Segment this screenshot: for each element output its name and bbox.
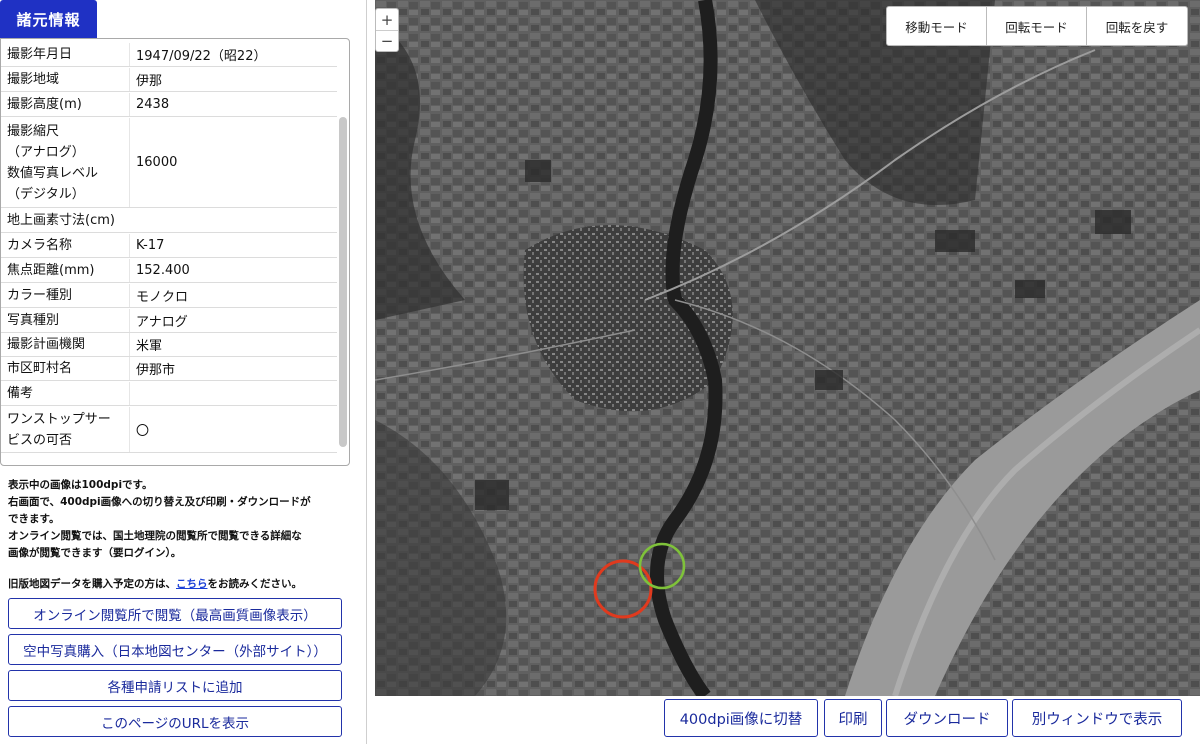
note-line: 画像が閲覧できます（要ログイン）。	[8, 547, 182, 559]
spec-value: 伊那市	[136, 363, 176, 378]
spec-label: 撮影縮尺 （アナログ） 数値写真レベル （デジタル）	[7, 123, 99, 202]
switch-400dpi-button[interactable]: 400dpi画像に切替	[664, 699, 818, 737]
zoom-in-button[interactable]: +	[376, 9, 398, 30]
spec-value: 米軍	[136, 339, 163, 354]
note-line: 表示中の画像は100dpiです。	[8, 479, 153, 491]
zoom-control: + −	[375, 8, 399, 52]
spec-row: 撮影年月日 1947/09/22（昭22）	[1, 43, 337, 67]
print-button[interactable]: 印刷	[824, 699, 882, 737]
spec-value: 16000	[136, 155, 178, 170]
spec-label: 撮影地域	[7, 72, 60, 87]
purchase-note: 旧版地図データを購入予定の方は、こちらをお読みください。	[8, 576, 302, 591]
online-view-button[interactable]: オンライン閲覧所で閲覧（最高画質画像表示）	[8, 598, 342, 629]
rotate-mode-button[interactable]: 回転モード	[987, 7, 1087, 45]
spec-row: 地上画素寸法(cm)	[1, 209, 337, 233]
note-line: 右画面で、400dpi画像への切り替え及び印刷・ダウンロードが	[8, 496, 311, 508]
spec-value: 〇	[136, 424, 150, 439]
buy-photo-button[interactable]: 空中写真購入（日本地図センター（外部サイト））	[8, 634, 342, 665]
spec-row: ワンストップサー ビスの可否 〇	[1, 407, 337, 453]
spec-label: 備考	[7, 386, 34, 401]
aerial-photo-image	[375, 0, 1200, 696]
note-line: オンライン閲覧では、国土地理院の閲覧所で閲覧できる詳細な	[8, 530, 302, 542]
reset-rotation-button[interactable]: 回転を戻す	[1087, 7, 1187, 45]
mode-toolbar: 移動モード 回転モード 回転を戻す	[886, 6, 1188, 46]
spec-value: 152.400	[136, 263, 190, 278]
spec-value: モノクロ	[136, 290, 189, 305]
info-notes: 表示中の画像は100dpiです。 右画面で、400dpi画像への切り替え及び印刷…	[8, 477, 353, 562]
spec-row: 撮影地域 伊那	[1, 68, 337, 92]
spec-label: カラー種別	[7, 288, 73, 303]
purchase-prefix: 旧版地図データを購入予定の方は、	[8, 578, 176, 590]
purchase-suffix: をお読みください。	[207, 578, 303, 590]
spec-row: 市区町村名 伊那市	[1, 357, 337, 381]
purchase-link[interactable]: こちら	[176, 578, 208, 590]
spec-row: 撮影縮尺 （アナログ） 数値写真レベル （デジタル） 16000	[1, 118, 337, 208]
left-panel: 諸元情報 撮影年月日 1947/09/22（昭22） 撮影地域 伊那 撮影高度(…	[0, 0, 366, 744]
spec-label: 撮影計画機関	[7, 337, 86, 352]
spec-row: 焦点距離(mm) 152.400	[1, 259, 337, 283]
spec-label: 地上画素寸法(cm)	[7, 213, 115, 228]
spec-value: 2438	[136, 97, 170, 112]
download-button[interactable]: ダウンロード	[886, 699, 1008, 737]
spec-label: ワンストップサー ビスの可否	[7, 411, 111, 448]
spec-row: カラー種別 モノクロ	[1, 284, 337, 308]
spec-scrollbar[interactable]	[339, 117, 347, 447]
spec-row: 撮影計画機関 米軍	[1, 333, 337, 357]
spec-value: K-17	[136, 238, 165, 253]
spec-label: カメラ名称	[7, 238, 73, 253]
add-to-list-button[interactable]: 各種申請リストに追加	[8, 670, 342, 701]
show-url-button[interactable]: このページのURLを表示	[8, 706, 342, 737]
spec-label: 撮影年月日	[7, 47, 73, 62]
move-mode-button[interactable]: 移動モード	[887, 7, 987, 45]
open-window-button[interactable]: 別ウィンドウで表示	[1012, 699, 1182, 737]
note-line: できます。	[8, 513, 60, 525]
spec-row: 写真種別 アナログ	[1, 309, 337, 333]
aerial-photo-viewer[interactable]	[375, 0, 1200, 696]
spec-value: 1947/09/22（昭22）	[136, 49, 267, 64]
spec-value: 伊那	[136, 74, 163, 89]
spec-label: 市区町村名	[7, 361, 73, 376]
spec-row: 備考	[1, 382, 337, 406]
spec-label: 焦点距離(mm)	[7, 263, 95, 278]
spec-table: 撮影年月日 1947/09/22（昭22） 撮影地域 伊那 撮影高度(m) 24…	[0, 38, 350, 466]
spec-value: アナログ	[136, 315, 188, 330]
spec-row: カメラ名称 K-17	[1, 234, 337, 258]
spec-row: 撮影高度(m) 2438	[1, 93, 337, 117]
spec-label: 撮影高度(m)	[7, 97, 82, 112]
spec-label: 写真種別	[7, 313, 60, 328]
panel-divider	[366, 0, 367, 744]
tab-specs[interactable]: 諸元情報	[0, 0, 97, 38]
zoom-out-button[interactable]: −	[376, 30, 398, 51]
